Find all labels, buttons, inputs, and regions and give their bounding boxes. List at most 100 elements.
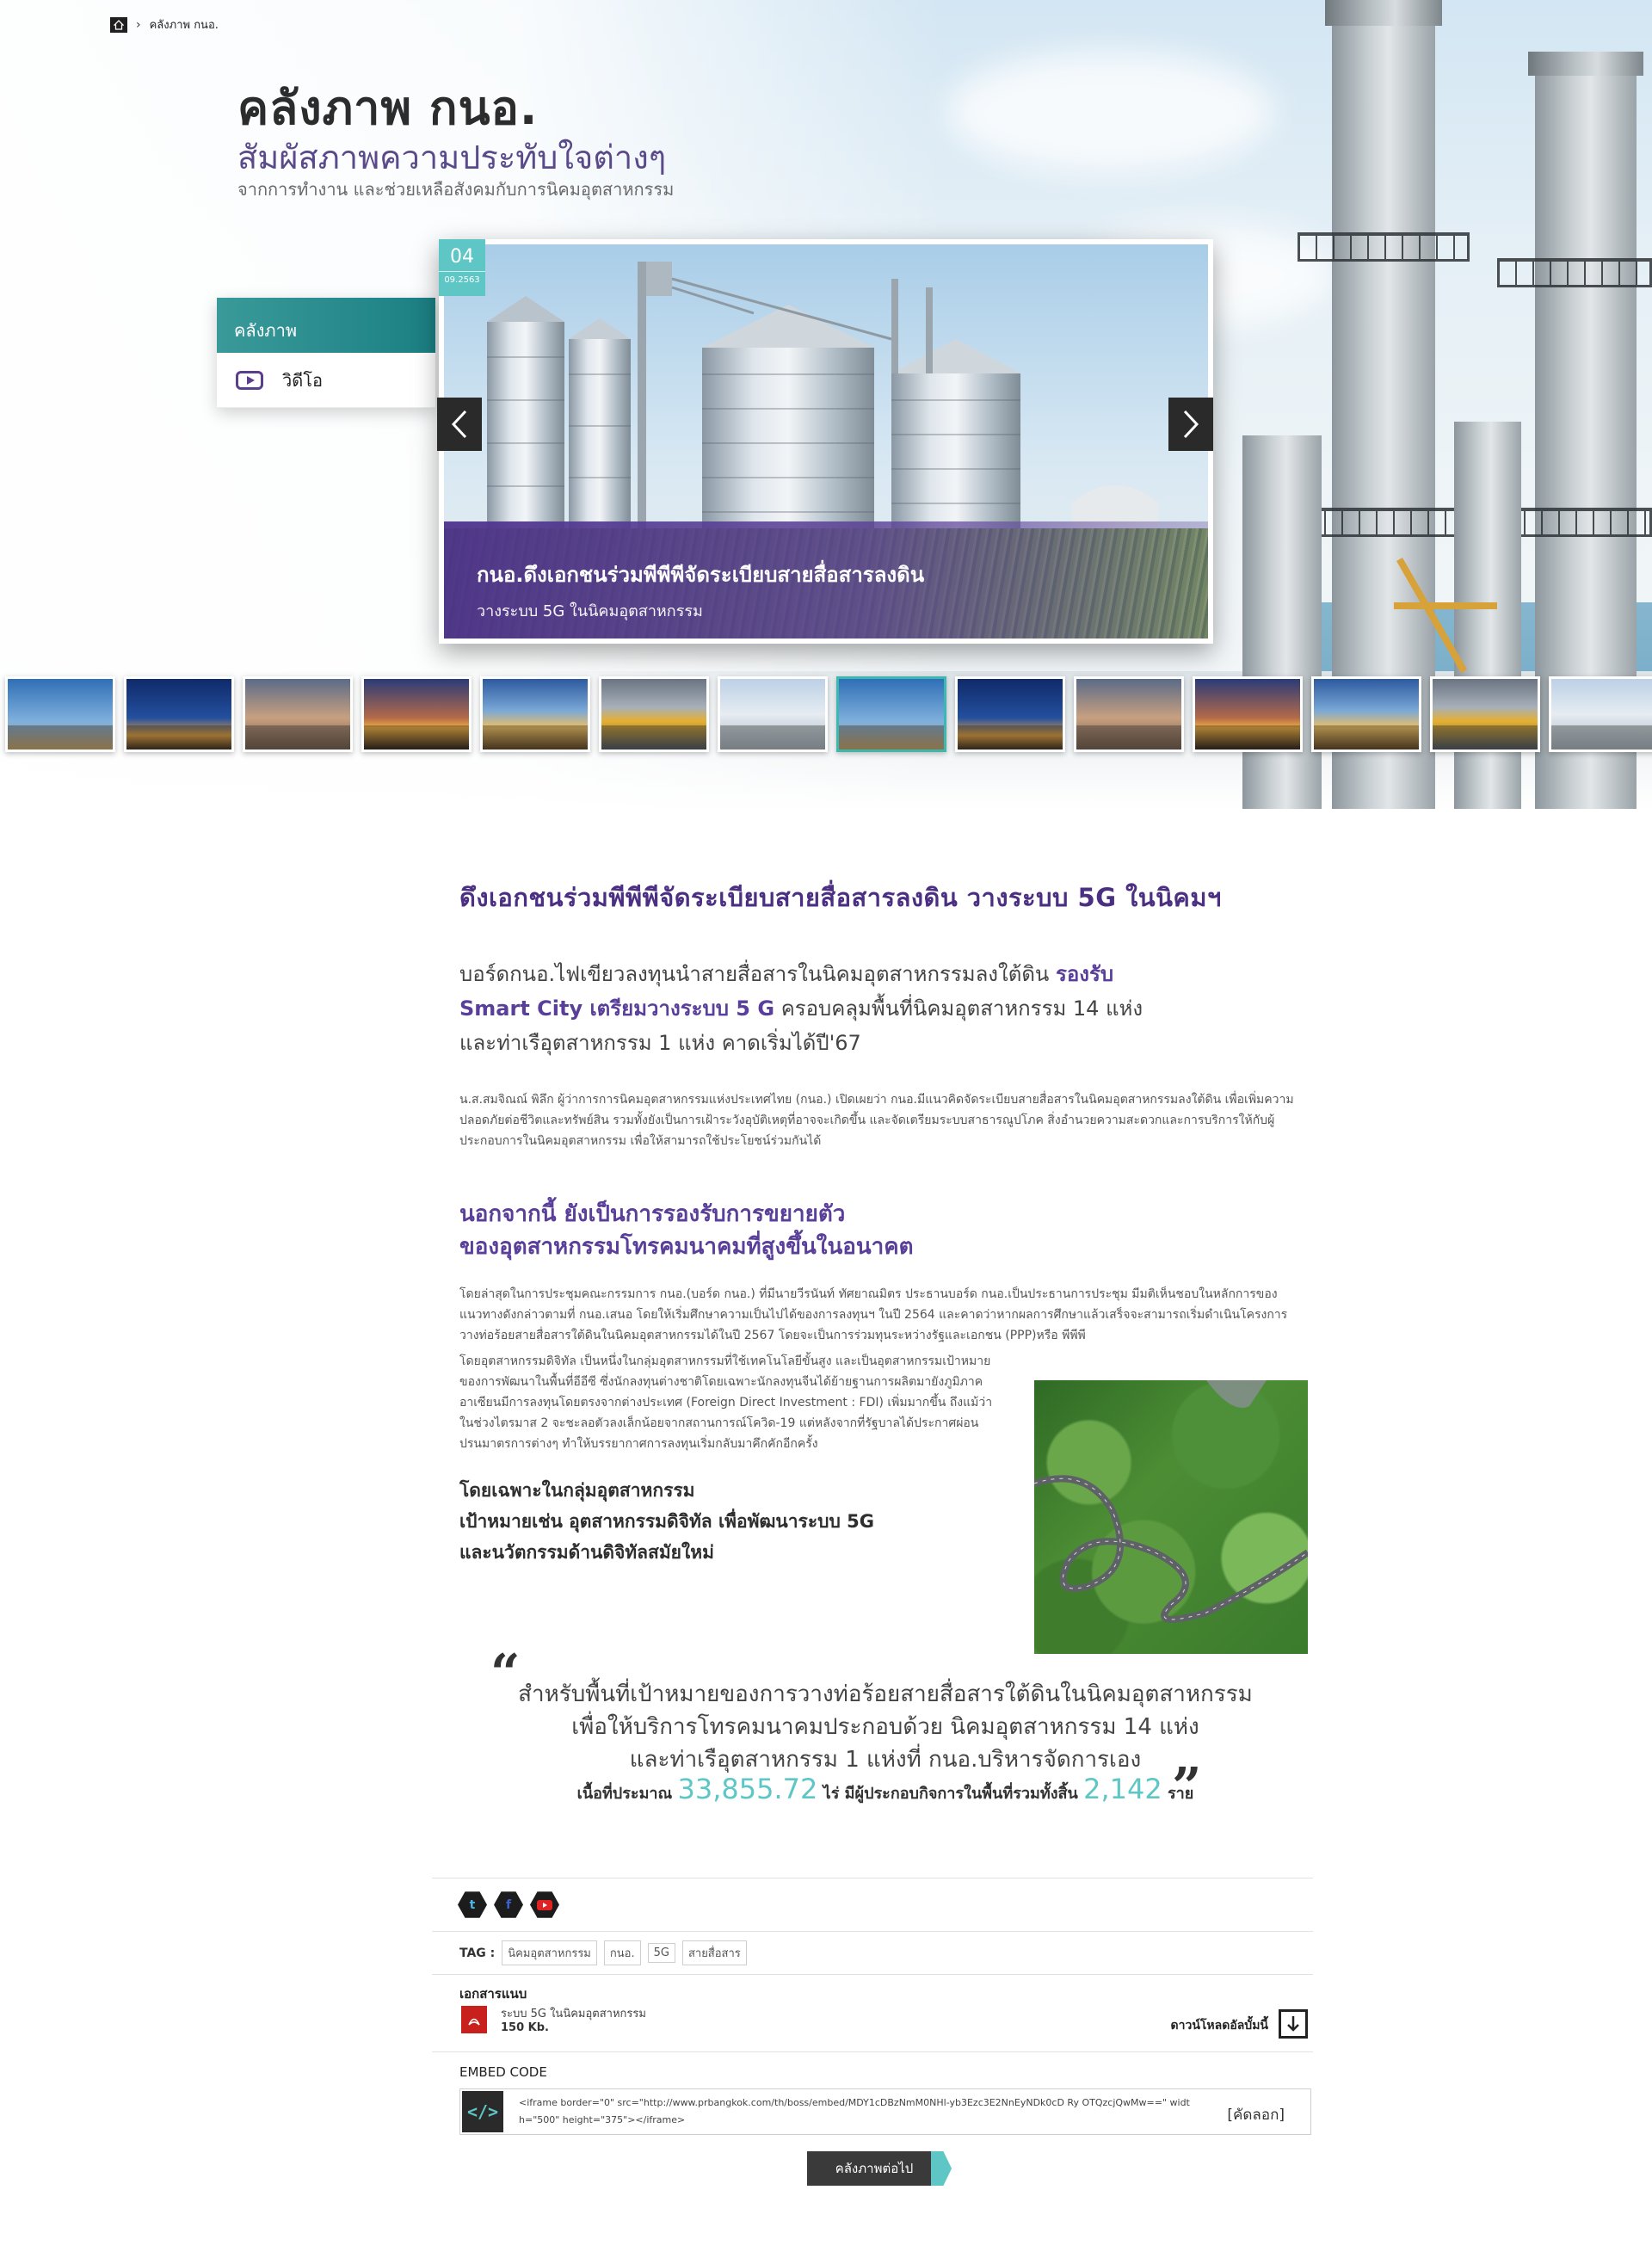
share-bar: t f xyxy=(432,1878,1313,1931)
chimney-platform xyxy=(1506,508,1652,537)
stats-middle: ไร่ มีผู้ประกอบกิจการในพื้นที่รวมทั้งสิ้… xyxy=(823,1785,1078,1803)
gallery-slider[interactable]: กนอ.ดึงเอกชนร่วมพีพีพีจัดระเบียบสายสื่อส… xyxy=(439,239,1213,644)
area-value: 33,855.72 xyxy=(677,1773,818,1805)
embed-code-box[interactable]: </> <iframe border="0" src="http://www.p… xyxy=(459,2088,1311,2135)
article-title: ดึงเอกชนร่วมพีพีพีจัดระเบียบสายสื่อสารลง… xyxy=(459,883,1222,912)
section-heading-line2: ของอุตสาหกรรมโทรคมนาคมที่สูงขึ้นในอนาคต xyxy=(459,1234,914,1260)
slide-image[interactable]: กนอ.ดึงเอกชนร่วมพีพีพีจัดระเบียบสายสื่อส… xyxy=(444,244,1208,638)
attachment-label: เอกสารแนบ xyxy=(459,1986,527,2002)
thumbnail-shade xyxy=(958,725,1063,750)
embed-label: EMBED CODE xyxy=(459,2064,547,2080)
tag-item[interactable]: นิคมอุตสาหกรรม xyxy=(502,1940,597,1965)
menu-item-videos-label: วิดีโอ xyxy=(282,369,323,391)
next-arrow-icon xyxy=(931,2151,952,2186)
section-heading: นอกจากนี้ ยังเป็นการรองรับการขยายตัว ของ… xyxy=(459,1198,1311,1263)
gallery-thumbnail[interactable] xyxy=(836,676,946,752)
chimney-rim xyxy=(1325,0,1442,26)
pdf-icon[interactable] xyxy=(461,2006,487,2033)
twitter-icon[interactable]: t xyxy=(458,1891,487,1918)
slide-caption-subtitle: วางระบบ 5G ในนิคมอุตสาหกรรม xyxy=(477,602,703,620)
article-paragraph: น.ส.สมจิณณ์ พิลึก ผู้ว่าการการนิคมอุตสาห… xyxy=(459,1093,1294,1148)
embed-section: EMBED CODE </> <iframe border="0" src="h… xyxy=(432,2051,1313,2148)
download-icon[interactable] xyxy=(1279,2009,1308,2039)
gallery-thumbnail[interactable] xyxy=(955,676,1065,752)
breadcrumb-chevron-icon: › xyxy=(136,17,141,32)
article-lead: บอร์ดกนอ.ไฟเขียวลงทุนนำสายสื่อสารในนิคมอ… xyxy=(459,957,1311,1060)
breadcrumb: › คลังภาพ กนอ. xyxy=(110,15,219,34)
quote-line: เพื่อให้บริการโทรคมนาคมประกอบด้วย นิคมอุ… xyxy=(571,1714,1199,1740)
breadcrumb-current: คลังภาพ กนอ. xyxy=(149,19,219,32)
chimney-platform xyxy=(1497,258,1652,287)
lead-line3: และท่าเรือุตสาหกรรม 1 แห่ง คาดเริ่มได้ปี… xyxy=(459,1031,861,1055)
gallery-thumbnail[interactable] xyxy=(1193,676,1303,752)
copy-embed-button[interactable]: [คัดลอก] xyxy=(1227,2103,1285,2126)
gallery-thumbnail[interactable] xyxy=(124,676,234,752)
gallery-thumbnail[interactable] xyxy=(5,676,115,752)
attachment-file-size: 150 Kb. xyxy=(501,2021,549,2034)
date-month-year: 09.2563 xyxy=(439,271,485,285)
tag-label: TAG : xyxy=(459,1946,496,1960)
embed-code-text[interactable]: <iframe border="0" src="http://www.prban… xyxy=(519,2094,1190,2129)
gallery-thumbnail[interactable] xyxy=(361,676,472,752)
menu-item-videos[interactable]: วิดีโอ xyxy=(217,353,435,408)
thumbnail-shade xyxy=(1314,725,1419,750)
thumbnail-shade xyxy=(1076,725,1181,750)
date-day: 04 xyxy=(450,246,474,268)
tag-item[interactable]: กนอ. xyxy=(603,1940,641,1965)
slider-next-button[interactable] xyxy=(1168,398,1213,451)
chevron-left-icon xyxy=(451,410,467,439)
tag-bar: TAG : นิคมอุตสาหกรรม กนอ. 5G สายสื่อสาร xyxy=(432,1931,1313,1974)
next-gallery-button[interactable]: คลังภาพต่อไป xyxy=(807,2151,952,2186)
thumbnail-shade xyxy=(483,725,588,750)
gallery-thumbnail[interactable] xyxy=(1430,676,1540,752)
tag-item[interactable]: สายสื่อสาร xyxy=(681,1940,747,1965)
lead-line1: บอร์ดกนอ.ไฟเขียวลงทุนนำสายสื่อสารในนิคมอ… xyxy=(459,962,1056,986)
thumbnail-shade xyxy=(839,725,944,750)
gallery-thumbnail[interactable] xyxy=(599,676,709,752)
article-paragraph: โดยล่าสุดในการประชุมคณะกรรมการ กนอ.(บอร์… xyxy=(459,1287,1288,1342)
chimney-platform xyxy=(1298,232,1470,262)
article-two-column: โดยอุตสาหกรรมดิจิทัล เป็นหนึ่งในกลุ่มอุต… xyxy=(459,1351,1311,1654)
thumbnail-shade xyxy=(720,725,825,750)
slider-prev-button[interactable] xyxy=(437,398,482,451)
page-description: จากการทำงาน และช่วยเหลือสังคมกับการนิคมอ… xyxy=(237,179,675,200)
slide-caption: กนอ.ดึงเอกชนร่วมพีพีพีจัดระเบียบสายสื่อส… xyxy=(444,521,1208,638)
forest-road-image xyxy=(1034,1380,1308,1654)
attachment-file-name[interactable]: ระบบ 5G ในนิคมอุตสาหกรรม xyxy=(501,2004,646,2022)
youtube-icon[interactable] xyxy=(530,1891,559,1918)
gallery-thumbnail[interactable] xyxy=(480,676,590,752)
chevron-right-icon xyxy=(1183,410,1199,439)
chimney-rim xyxy=(1528,52,1643,76)
article-bold-statement: โดยเฉพาะในกลุ่มอุตสาหกรรม เป้าหมายเช่น อ… xyxy=(459,1475,993,1568)
video-play-icon xyxy=(236,370,263,390)
gallery-thumbnail[interactable] xyxy=(1549,676,1652,752)
tag-item[interactable]: 5G xyxy=(647,1943,675,1963)
gallery-side-menu: คลังภาพ วิดีโอ xyxy=(217,298,435,408)
cloud xyxy=(946,52,1273,172)
thumbnail-shade xyxy=(601,725,706,750)
silo-roofs xyxy=(487,262,1158,537)
operators-value: 2,142 xyxy=(1083,1773,1162,1805)
menu-item-photos[interactable]: คลังภาพ xyxy=(217,298,435,353)
home-icon[interactable] xyxy=(110,16,127,33)
facebook-icon[interactable]: f xyxy=(494,1891,523,1918)
slide-caption-title: กนอ.ดึงเอกชนร่วมพีพีพีจัดระเบียบสายสื่อส… xyxy=(477,563,925,587)
pull-quote: “ สำหรับพื้นที่เป้าหมายของการวางท่อร้อยส… xyxy=(459,1644,1311,1817)
thumbnail-shade xyxy=(1433,725,1538,750)
attachment-section: เอกสารแนบ ระบบ 5G ในนิคมอุตสาหกรรม 150 K… xyxy=(432,1974,1313,2051)
stats-prefix: เนื้อที่ประมาณ xyxy=(576,1785,673,1803)
lead-highlight: รองรับ xyxy=(1055,962,1114,986)
quote-close-icon: ” xyxy=(1172,1757,1202,1817)
winding-road xyxy=(1034,1380,1308,1623)
gallery-thumbnail[interactable] xyxy=(1311,676,1421,752)
download-album-label[interactable]: ดาวน์โหลดอัลบั้มนี้ xyxy=(1171,2016,1268,2035)
chimney-platform xyxy=(1306,508,1461,537)
gallery-thumbnail[interactable] xyxy=(1074,676,1184,752)
thumbnail-shade xyxy=(245,725,350,750)
gallery-thumbnail[interactable] xyxy=(243,676,353,752)
gallery-thumbnail[interactable] xyxy=(718,676,828,752)
bold-line: โดยเฉพาะในกลุ่มอุตสาหกรรม xyxy=(459,1480,695,1501)
thumbnail-strip xyxy=(5,676,1652,754)
code-icon: </> xyxy=(462,2091,503,2132)
quote-line: สำหรับพื้นที่เป้าหมายของการวางท่อร้อยสาย… xyxy=(518,1681,1253,1707)
